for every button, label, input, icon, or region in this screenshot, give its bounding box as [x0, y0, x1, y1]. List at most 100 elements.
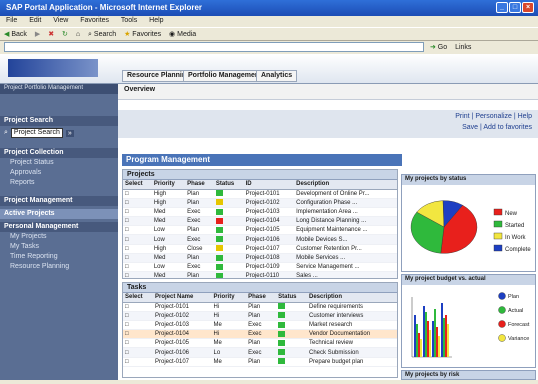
- table-row[interactable]: □ Med Exec Project-0104 Long Distance Planni…: [123, 216, 397, 227]
- col-description[interactable]: Description: [307, 293, 397, 303]
- nav-section-search[interactable]: Project Search: [0, 116, 118, 126]
- row-select-checkbox[interactable]: □: [123, 320, 153, 331]
- nav-item-reports[interactable]: Reports: [0, 178, 118, 188]
- row-select-checkbox[interactable]: □: [123, 329, 153, 340]
- nav-item-resource-planning[interactable]: Resource Planning: [0, 262, 118, 272]
- col-id[interactable]: ID: [243, 180, 295, 190]
- table-row[interactable]: □ Project-0101 Hi Plan Define requirements: [123, 302, 397, 312]
- nav-search-select[interactable]: Project Search: [10, 128, 63, 138]
- bar: [434, 309, 436, 357]
- table-row[interactable]: □ High Plan Project-0101 Development of Onli…: [123, 189, 397, 199]
- bar: [427, 321, 429, 357]
- row-select-checkbox[interactable]: □: [123, 244, 152, 254]
- tab-portfolio-management[interactable]: Portfolio Management: [183, 70, 267, 82]
- table-row[interactable]: □ Med Plan Project-0110 Sales ...: [123, 271, 397, 278]
- home-button[interactable]: ⌂: [76, 31, 80, 38]
- go-button[interactable]: »: [65, 129, 74, 137]
- col-select[interactable]: Select: [123, 293, 153, 303]
- table-row[interactable]: □ Project-0103 Me Exec Market research: [123, 320, 397, 331]
- table-row[interactable]: □ Low Plan Project-0105 Equipment Maintenanc…: [123, 225, 397, 236]
- nav-item-time-reporting[interactable]: Time Reporting: [0, 252, 118, 262]
- nav-section-collection[interactable]: Project Collection: [0, 148, 118, 158]
- col-status[interactable]: Status: [213, 180, 244, 190]
- page-actions-link[interactable]: Print | Personalize | Help: [124, 113, 532, 120]
- search-button[interactable]: ⌕ Search: [88, 31, 116, 39]
- stop-button[interactable]: ✖: [48, 30, 54, 38]
- page-save-link[interactable]: Save | Add to favorites: [124, 124, 532, 131]
- row-select-checkbox[interactable]: □: [123, 271, 152, 278]
- nav-item-my-tasks[interactable]: My Tasks: [0, 242, 118, 252]
- row-select-checkbox[interactable]: □: [123, 207, 152, 218]
- favorites-button[interactable]: ★ Favorites: [124, 30, 161, 38]
- browser-toolbar: ◀ Back ▶ ✖ ↻ ⌂ ⌕ Search ★ Favorites ◉ Me…: [0, 27, 538, 41]
- row-select-checkbox[interactable]: □: [123, 262, 152, 273]
- col-priority[interactable]: Priority: [211, 293, 247, 303]
- table-row[interactable]: □ Med Exec Project-0103 Implementation Area …: [123, 207, 397, 218]
- row-select-checkbox[interactable]: □: [123, 253, 152, 264]
- table-row[interactable]: □ Project-0105 Me Plan Technical review: [123, 338, 397, 349]
- col-phase[interactable]: Phase: [246, 293, 277, 303]
- menu-file[interactable]: File: [6, 17, 17, 24]
- menu-help[interactable]: Help: [149, 17, 163, 24]
- table-row[interactable]: □ Project-0106 Lo Exec Check Submission: [123, 347, 397, 358]
- refresh-button[interactable]: ↻: [62, 30, 68, 38]
- close-button[interactable]: ×: [522, 2, 534, 13]
- col-project-name[interactable]: Project Name: [152, 293, 212, 303]
- row-select-checkbox[interactable]: □: [123, 357, 153, 367]
- status-cell: [213, 198, 244, 208]
- table-row[interactable]: □ Project-0102 Hi Plan Customer interviews: [123, 311, 397, 321]
- table-cell: Project-0107: [243, 244, 295, 254]
- menu-favorites[interactable]: Favorites: [80, 17, 109, 24]
- row-select-checkbox[interactable]: □: [123, 302, 153, 312]
- table-row[interactable]: □ Project-0104 Hi Exec Vendor Documentation: [123, 329, 397, 340]
- col-status[interactable]: Status: [276, 293, 307, 303]
- row-select-checkbox[interactable]: □: [123, 189, 152, 199]
- row-select-checkbox[interactable]: □: [123, 225, 152, 236]
- table-row[interactable]: □ Project-0107 Me Plan Prepare budget plan: [123, 357, 397, 367]
- menu-tools[interactable]: Tools: [121, 17, 137, 24]
- menu-view[interactable]: View: [53, 17, 68, 24]
- row-select-checkbox[interactable]: □: [123, 338, 153, 349]
- row-select-checkbox[interactable]: □: [123, 347, 153, 358]
- table-row[interactable]: □ Low Exec Project-0109 Service Management .…: [123, 262, 397, 273]
- table-cell: Hi: [211, 302, 247, 312]
- nav-section-personal[interactable]: Personal Management: [0, 222, 118, 232]
- row-select-checkbox[interactable]: □: [123, 234, 152, 245]
- table-row[interactable]: □ High Close Project-0107 Customer Retention…: [123, 244, 397, 254]
- nav-item-my-projects[interactable]: My Projects: [0, 232, 118, 242]
- row-select-checkbox[interactable]: □: [123, 311, 153, 321]
- links-button[interactable]: Links: [455, 44, 471, 51]
- table-row[interactable]: □ High Plan Project-0102 Configuration Phase…: [123, 198, 397, 208]
- col-priority[interactable]: Priority: [151, 180, 186, 190]
- col-select[interactable]: Select: [123, 180, 152, 190]
- refresh-icon: ↻: [62, 31, 68, 38]
- col-description[interactable]: Description: [294, 180, 397, 190]
- table-row[interactable]: □ Med Plan Project-0108 Mobile Services ...: [123, 253, 397, 264]
- row-select-checkbox[interactable]: □: [123, 198, 152, 208]
- forward-button[interactable]: ▶: [35, 30, 40, 38]
- minimize-button[interactable]: _: [496, 2, 508, 13]
- nav-item-active-projects[interactable]: Active Projects: [0, 209, 118, 219]
- nav-item-approvals[interactable]: Approvals: [0, 168, 118, 178]
- tab-analytics[interactable]: Analytics: [256, 70, 298, 82]
- table-cell: Low: [151, 262, 186, 273]
- nav-section-management[interactable]: Project Management: [0, 196, 118, 206]
- table-cell: Project-0105: [243, 225, 295, 236]
- maximize-button[interactable]: □: [509, 2, 521, 13]
- table-cell: Project-0107: [152, 357, 212, 367]
- menu-edit[interactable]: Edit: [29, 17, 41, 24]
- status-indicator-icon: [278, 330, 286, 337]
- row-select-checkbox[interactable]: □: [123, 216, 152, 227]
- col-phase[interactable]: Phase: [185, 180, 214, 190]
- back-button[interactable]: ◀ Back: [4, 30, 27, 38]
- table-row[interactable]: □ Low Exec Project-0106 Mobile Devices S...: [123, 234, 397, 245]
- left-navigation: Project Portfolio Management Project Sea…: [0, 84, 118, 380]
- status-cell: [276, 338, 307, 349]
- address-input[interactable]: [4, 42, 424, 52]
- go-button[interactable]: ➜ Go: [430, 43, 447, 51]
- risk-widget: My projects by risk: [401, 370, 536, 380]
- table-cell: Me: [211, 320, 247, 331]
- status-cell: [276, 347, 307, 358]
- nav-item-project-status[interactable]: Project Status: [0, 158, 118, 168]
- media-button[interactable]: ◉ Media: [169, 30, 196, 38]
